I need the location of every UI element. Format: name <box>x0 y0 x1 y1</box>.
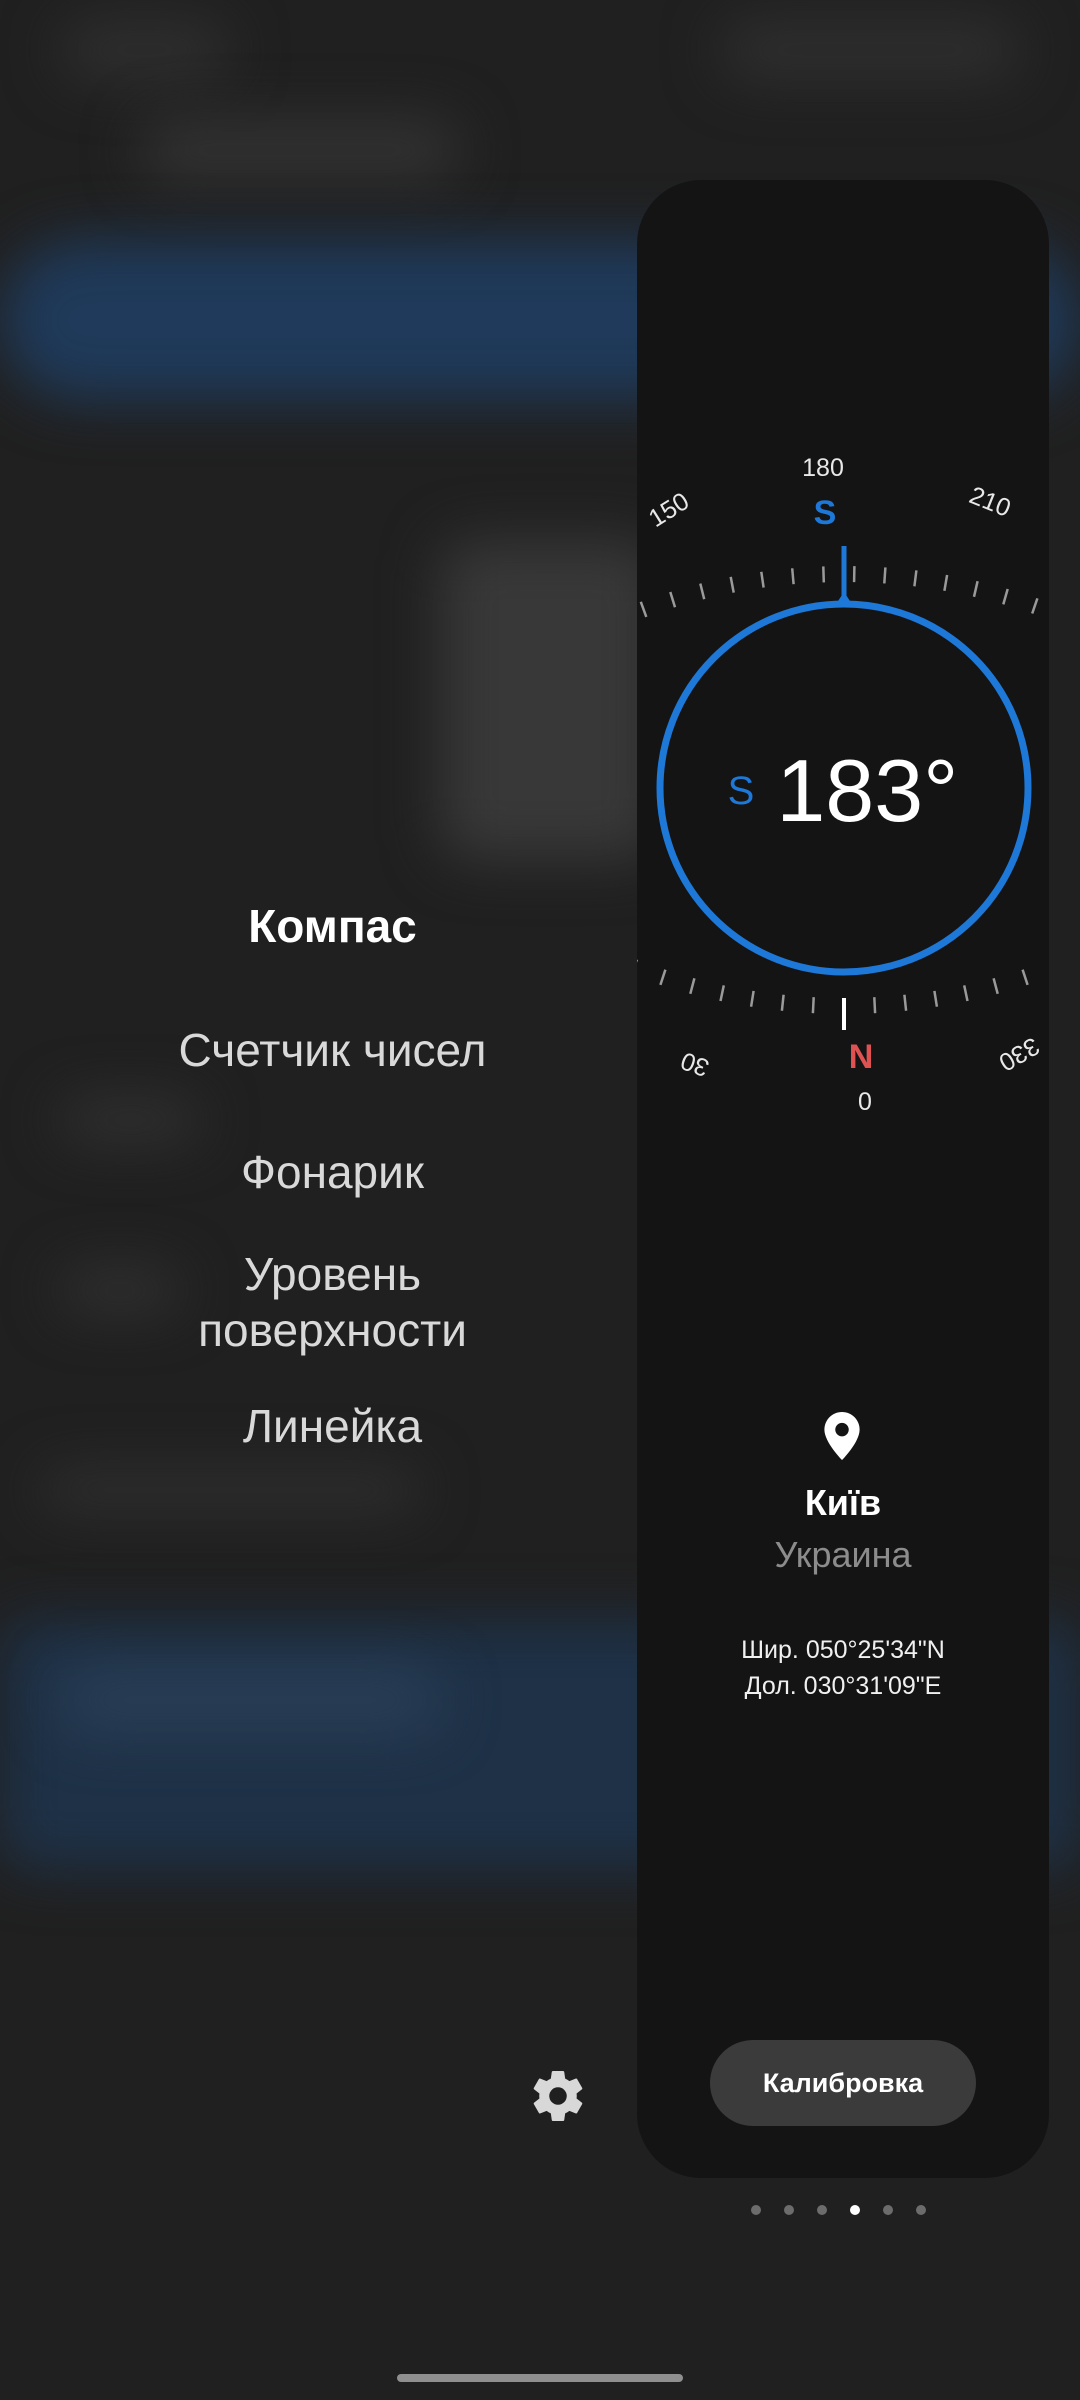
dial-tick <box>719 985 726 1002</box>
menu-item-level[interactable]: Уровень поверхности <box>0 1246 665 1358</box>
dial-label-180: 180 <box>802 454 844 482</box>
dial-tick <box>903 994 908 1011</box>
menu-item-ruler[interactable]: Линейка <box>0 1398 665 1454</box>
dial-tick <box>639 601 648 618</box>
dial-tick <box>1031 597 1039 614</box>
menu-item-counter[interactable]: Счетчик чисел <box>0 1022 665 1078</box>
heading-direction: S <box>727 768 755 813</box>
page-dot[interactable] <box>916 2205 926 2215</box>
menu-item-flashlight[interactable]: Фонарик <box>0 1144 665 1200</box>
location-country: Украина <box>774 1534 912 1575</box>
bottom-dial-ticks <box>637 959 1029 1030</box>
dial-tick <box>933 990 939 1007</box>
calibrate-button[interactable]: Калибровка <box>710 2040 976 2126</box>
gear-icon[interactable] <box>528 2066 588 2126</box>
dial-label-30: 30 <box>677 1046 713 1082</box>
dial-tick <box>689 977 696 995</box>
dial-tick <box>1021 969 1029 986</box>
home-indicator[interactable] <box>397 2374 683 2382</box>
page-dot[interactable] <box>751 2205 761 2215</box>
dial-cardinal-south: S <box>814 494 837 532</box>
dial-tick <box>822 566 826 583</box>
dial-label-210: 210 <box>965 481 1014 523</box>
dial-tick <box>811 997 815 1014</box>
location-pin-icon <box>824 1412 860 1460</box>
dial-tick <box>873 997 877 1014</box>
dial-cardinal-north: N <box>849 1038 874 1076</box>
page-dot[interactable] <box>784 2205 794 2215</box>
dial-tick <box>729 576 735 593</box>
longitude-value: Дол. 030°31'09"E <box>744 1672 942 1700</box>
compass-dial: 150 180 210 S N 0 30 330 <box>637 454 1044 1116</box>
dial-tick <box>699 583 706 600</box>
dial-tick <box>760 571 765 588</box>
dial-tick <box>749 990 755 1007</box>
page-dot[interactable] <box>817 2205 827 2215</box>
menu-item-compass[interactable]: Компас <box>0 898 665 954</box>
page-indicator <box>751 2205 926 2215</box>
page-dot-active[interactable] <box>850 2205 860 2215</box>
location-city: Київ <box>804 1482 882 1523</box>
dial-tick <box>972 580 979 598</box>
dial-tick <box>659 969 667 986</box>
dial-tick <box>790 568 795 585</box>
compass-panel: 150 180 210 S N 0 30 330 S 183° Київ Укра… <box>637 180 1049 2178</box>
page-dot[interactable] <box>883 2205 893 2215</box>
dial-tick <box>913 570 918 587</box>
heading-readout: S 183° <box>637 740 1049 842</box>
dial-tick <box>992 977 999 995</box>
dial-label-330: 330 <box>994 1031 1044 1076</box>
dial-tick <box>943 574 949 592</box>
dial-label-0: 0 <box>858 1088 872 1116</box>
dial-tick <box>669 591 677 608</box>
dial-tick <box>883 567 887 584</box>
heading-degrees: 183° <box>776 741 959 840</box>
dial-tick <box>962 985 969 1002</box>
dial-label-150: 150 <box>644 487 694 533</box>
dial-tick <box>1002 588 1009 605</box>
dial-tick <box>780 994 785 1011</box>
latitude-value: Шир. 050°25'34"N <box>741 1636 945 1664</box>
